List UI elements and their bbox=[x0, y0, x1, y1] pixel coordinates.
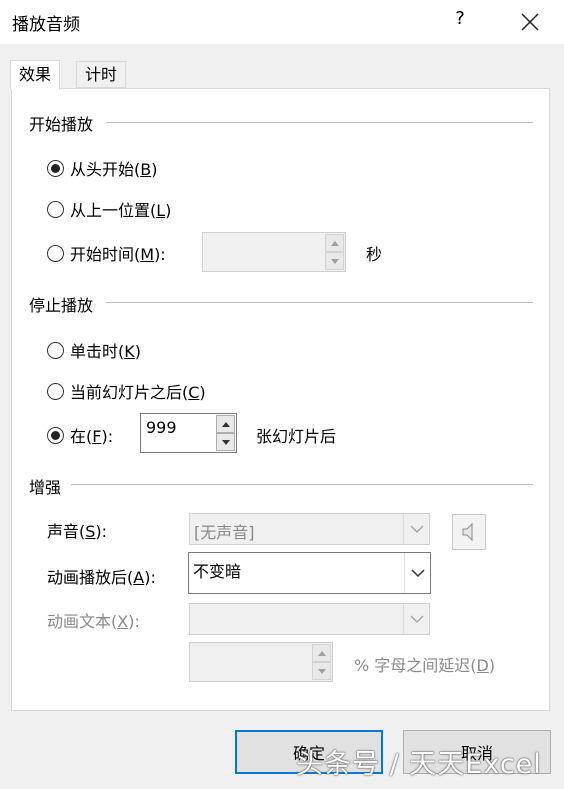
help-button[interactable]: ? bbox=[450, 8, 470, 34]
start-section-divider bbox=[106, 122, 533, 123]
delay-label: % 字母之间延迟(D) bbox=[354, 656, 496, 675]
start-section-title: 开始播放 bbox=[29, 115, 94, 134]
radio-from-last-position[interactable]: 从上一位置(L) bbox=[47, 197, 171, 221]
radio-dot bbox=[47, 200, 64, 218]
slides-suffix-label: 张幻灯片后 bbox=[256, 427, 337, 446]
radio-label: 开始时间(M): bbox=[70, 245, 166, 264]
stepper-down-button[interactable] bbox=[216, 433, 235, 451]
seconds-unit-label: 秒 bbox=[366, 245, 383, 264]
sound-volume-button[interactable] bbox=[452, 514, 486, 550]
stepper-up-button[interactable] bbox=[216, 415, 235, 433]
after-animation-select[interactable]: 不变暗 bbox=[188, 552, 431, 594]
sound-select[interactable]: [无声音] bbox=[189, 513, 430, 545]
sound-select-value: [无声音] bbox=[194, 523, 255, 542]
radio-from-beginning[interactable]: 从头开始(B) bbox=[47, 156, 157, 180]
down-arrow-icon bbox=[221, 439, 230, 445]
stepper-up-button[interactable] bbox=[312, 644, 331, 662]
stepper-down-button[interactable] bbox=[312, 662, 331, 680]
close-icon bbox=[521, 13, 539, 31]
up-arrow-icon bbox=[317, 650, 326, 656]
speaker-icon bbox=[462, 522, 473, 542]
radio-on-click[interactable]: 单击时(K) bbox=[47, 338, 141, 362]
up-arrow-icon bbox=[330, 240, 339, 246]
down-arrow-icon bbox=[317, 668, 326, 674]
radio-label: 从头开始(B) bbox=[70, 160, 158, 179]
radio-dot bbox=[47, 341, 64, 359]
down-arrow-icon bbox=[330, 258, 339, 264]
enhance-section-divider bbox=[71, 484, 533, 485]
dialog-title: 播放音频 bbox=[12, 15, 80, 35]
radio-start-time[interactable]: 开始时间(M): bbox=[47, 241, 166, 265]
radio-label: 单击时(K) bbox=[70, 342, 141, 361]
close-button[interactable] bbox=[516, 6, 544, 36]
start-time-stepper[interactable] bbox=[202, 232, 346, 272]
radio-after-current-slide[interactable]: 当前幻灯片之后(C) bbox=[47, 379, 206, 403]
delay-stepper[interactable] bbox=[189, 642, 333, 682]
animate-text-select[interactable] bbox=[189, 603, 430, 635]
radio-after-slides[interactable]: 在(F): bbox=[47, 423, 113, 447]
radio-dot bbox=[47, 426, 64, 444]
chevron-down-icon bbox=[403, 604, 429, 634]
slides-count-value: 999 bbox=[146, 418, 177, 437]
stepper-up-button[interactable] bbox=[325, 234, 344, 252]
after-animation-label: 动画播放后(A): bbox=[47, 568, 156, 587]
sound-label: 声音(S): bbox=[47, 522, 108, 541]
stop-section-title: 停止播放 bbox=[29, 296, 94, 315]
radio-dot bbox=[47, 244, 64, 262]
chevron-down-icon bbox=[403, 514, 429, 544]
stop-section-divider bbox=[106, 302, 533, 303]
radio-dot bbox=[47, 382, 64, 400]
radio-dot bbox=[47, 159, 64, 177]
title-bar bbox=[0, 0, 564, 44]
tab-effects[interactable]: 效果 bbox=[10, 60, 61, 90]
enhance-section-title: 增强 bbox=[29, 478, 62, 497]
up-arrow-icon bbox=[221, 421, 230, 427]
radio-label: 在(F): bbox=[70, 427, 114, 446]
chevron-down-icon bbox=[404, 553, 430, 593]
stepper-down-button[interactable] bbox=[325, 252, 344, 270]
radio-label: 从上一位置(L) bbox=[70, 201, 172, 220]
slides-count-stepper[interactable]: 999 bbox=[140, 413, 237, 453]
animate-text-label: 动画文本(X): bbox=[47, 612, 140, 631]
tab-timing[interactable]: 计时 bbox=[76, 61, 127, 88]
radio-label: 当前幻灯片之后(C) bbox=[70, 383, 206, 402]
after-animation-value: 不变暗 bbox=[193, 562, 242, 581]
watermark: 头条号 / 天天Excel bbox=[296, 749, 542, 780]
